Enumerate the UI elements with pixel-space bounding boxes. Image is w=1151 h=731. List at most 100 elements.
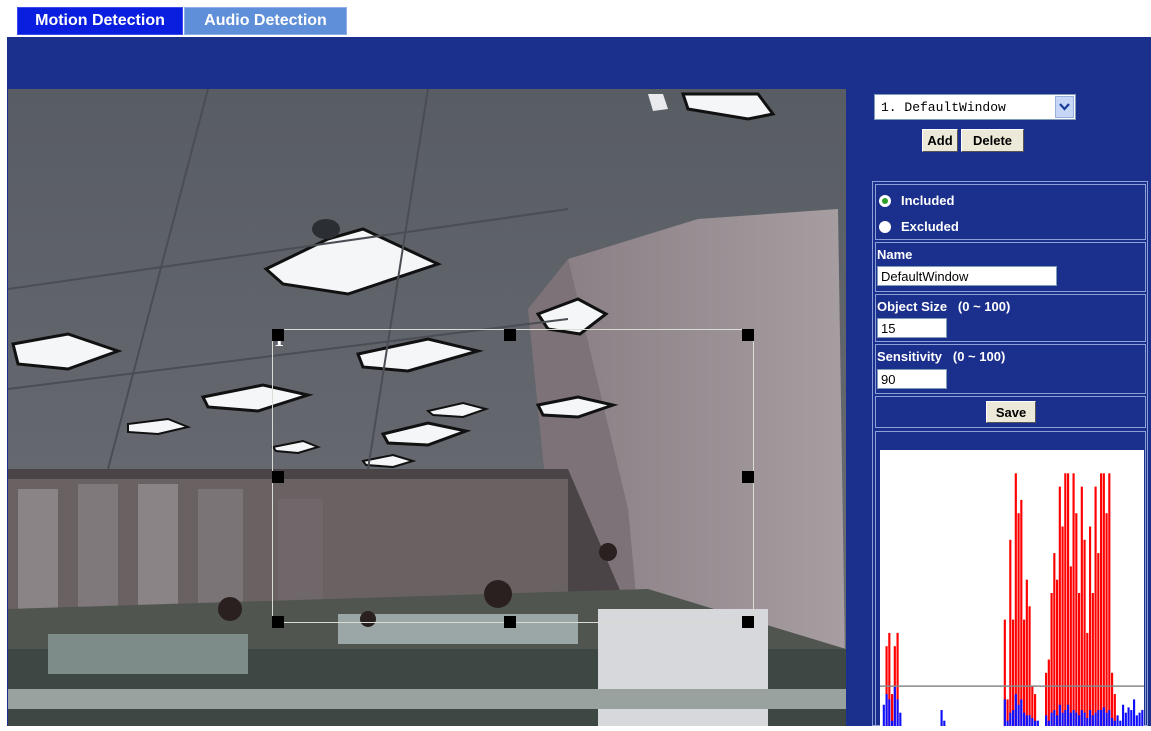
motion-activity-graph xyxy=(880,450,1144,726)
motion-bar xyxy=(1094,486,1097,726)
level-bar xyxy=(1105,712,1108,726)
motion-bar xyxy=(1083,539,1086,726)
motion-bar xyxy=(1097,553,1100,726)
level-bar xyxy=(1028,715,1031,726)
motion-bar xyxy=(1089,526,1092,726)
motion-bar xyxy=(1020,499,1023,726)
chevron-down-icon[interactable] xyxy=(1055,96,1074,118)
motion-bar xyxy=(1064,473,1067,726)
level-bar xyxy=(1102,707,1105,726)
level-bar xyxy=(1061,712,1064,726)
level-bar xyxy=(1094,712,1097,726)
object-size-input[interactable]: 15 xyxy=(877,318,947,338)
level-bar xyxy=(1075,712,1078,726)
level-bar xyxy=(882,704,885,726)
level-bar xyxy=(1130,710,1133,726)
delete-button[interactable]: Delete xyxy=(961,129,1024,152)
level-bar xyxy=(1023,712,1026,726)
level-bar xyxy=(1031,718,1034,726)
level-bar xyxy=(1127,707,1130,726)
tab-audio-detection[interactable]: Audio Detection xyxy=(184,7,347,35)
level-bar xyxy=(1036,720,1039,726)
included-option[interactable]: Included xyxy=(879,193,954,208)
motion-bar xyxy=(1069,566,1072,726)
level-bar xyxy=(1072,710,1075,726)
level-bar xyxy=(899,712,902,726)
level-bar xyxy=(1097,710,1100,726)
motion-bar xyxy=(1050,593,1053,726)
level-bar xyxy=(1067,704,1070,726)
tab-motion-detection[interactable]: Motion Detection xyxy=(17,7,183,35)
resize-handle-top-right[interactable] xyxy=(742,329,754,341)
level-bar xyxy=(885,694,888,726)
level-bar xyxy=(1003,699,1006,726)
level-bar xyxy=(888,699,891,726)
level-bar xyxy=(1009,712,1012,726)
level-bar xyxy=(1045,715,1048,726)
save-button[interactable]: Save xyxy=(986,401,1036,423)
level-bar xyxy=(1014,694,1017,726)
level-bar xyxy=(1133,699,1136,726)
radio-excluded[interactable] xyxy=(879,220,891,233)
motion-window-frame[interactable] xyxy=(272,329,754,623)
name-input[interactable]: DefaultWindow xyxy=(877,266,1057,286)
level-bar xyxy=(1034,720,1037,726)
excluded-option[interactable]: Excluded xyxy=(879,219,959,234)
resize-handle-top-left[interactable] xyxy=(272,329,284,341)
resize-handle-bottom[interactable] xyxy=(504,616,516,628)
level-bar xyxy=(891,720,894,726)
object-size-range: (0 ~ 100) xyxy=(957,299,1011,314)
motion-bar xyxy=(1012,619,1015,726)
level-bar xyxy=(1083,712,1086,726)
object-size-title: Object Size (0 ~ 100) xyxy=(877,299,1010,314)
motion-bar xyxy=(1023,619,1026,726)
level-bar xyxy=(1119,720,1122,726)
sensitivity-range: (0 ~ 100) xyxy=(952,349,1006,364)
level-bar xyxy=(1111,718,1114,726)
motion-bar xyxy=(1086,632,1089,726)
level-bar xyxy=(893,686,896,726)
level-bar xyxy=(1141,710,1144,726)
level-bar xyxy=(1122,704,1125,726)
level-bar xyxy=(1135,715,1138,726)
motion-bar xyxy=(1100,473,1103,726)
level-bar xyxy=(1047,720,1050,726)
resize-handle-right[interactable] xyxy=(742,471,754,483)
resize-handle-left[interactable] xyxy=(272,471,284,483)
level-bar xyxy=(943,720,946,726)
motion-bar xyxy=(1105,513,1108,726)
motion-bar xyxy=(1028,606,1031,726)
sensitivity-label: Sensitivity xyxy=(877,349,943,364)
resize-handle-bottom-left[interactable] xyxy=(272,616,284,628)
level-bar xyxy=(1006,720,1009,726)
window-select[interactable]: 1. DefaultWindow xyxy=(874,94,1076,120)
radio-included[interactable] xyxy=(879,194,891,207)
motion-bar xyxy=(1058,486,1061,726)
level-bar xyxy=(1138,712,1141,726)
level-bar xyxy=(940,710,943,726)
included-label: Included xyxy=(901,193,955,208)
motion-bar xyxy=(1091,593,1094,726)
level-bar xyxy=(1113,720,1116,726)
resize-handle-top[interactable] xyxy=(504,329,516,341)
motion-bar xyxy=(1017,513,1020,726)
level-bar xyxy=(1025,715,1028,726)
name-label: Name xyxy=(877,247,913,262)
level-bar xyxy=(1053,710,1056,726)
resize-handle-bottom-right[interactable] xyxy=(742,616,754,628)
sensitivity-input[interactable]: 90 xyxy=(877,369,947,389)
level-bar xyxy=(1078,715,1081,726)
camera-preview[interactable]: 1 xyxy=(8,89,846,726)
object-size-label: Object Size xyxy=(877,299,948,314)
level-bar xyxy=(1080,710,1083,726)
add-button[interactable]: Add xyxy=(922,129,958,152)
motion-bar xyxy=(1072,473,1075,726)
excluded-label: Excluded xyxy=(901,219,959,234)
level-bar xyxy=(1091,715,1094,726)
motion-bar xyxy=(1009,539,1012,726)
level-bar xyxy=(896,699,899,726)
motion-bar xyxy=(1067,473,1070,726)
level-bar xyxy=(1116,715,1119,726)
motion-bar xyxy=(1080,486,1083,726)
level-bar xyxy=(1100,710,1103,726)
